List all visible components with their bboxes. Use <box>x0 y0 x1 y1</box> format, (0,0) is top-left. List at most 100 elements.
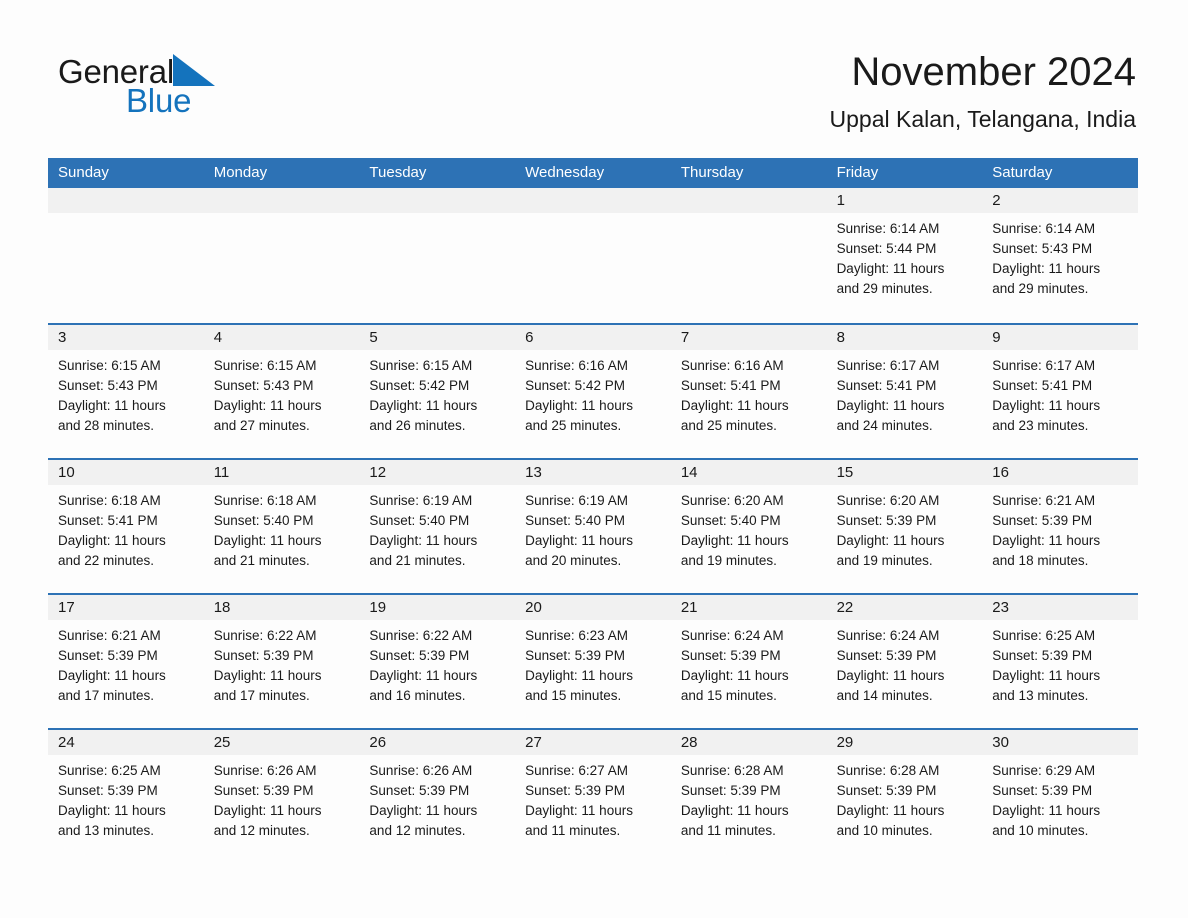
sunrise-text: Sunrise: 6:29 AM <box>992 763 1096 778</box>
sunrise-text: Sunrise: 6:19 AM <box>525 493 628 508</box>
day-number-band <box>48 188 204 213</box>
day-number: 12 <box>369 464 387 481</box>
daylight-text-line2: and 16 minutes. <box>369 688 466 703</box>
daylight-text-line1: Daylight: 11 hours <box>836 261 945 276</box>
sunset-text: Sunset: 5:42 PM <box>369 378 470 393</box>
day-sun-info: Sunrise: 6:15 AM Sunset: 5:42 PM Daylight:… <box>359 350 515 436</box>
day-cell[interactable]: 19 Sunrise: 6:22 AM Sunset: 5:39 PM Dayligh… <box>359 595 516 728</box>
day-number-band: 30 <box>982 730 1138 755</box>
daylight-text-line2: and 17 minutes. <box>213 688 310 703</box>
day-cell[interactable]: 25 Sunrise: 6:26 AM Sunset: 5:39 PM Dayligh… <box>203 730 360 863</box>
daylight-text-line2: and 14 minutes. <box>836 688 933 703</box>
day-cell[interactable]: 26 Sunrise: 6:26 AM Sunset: 5:39 PM Dayligh… <box>359 730 516 863</box>
day-cell[interactable]: 20 Sunrise: 6:23 AM Sunset: 5:39 PM Dayligh… <box>515 595 671 728</box>
day-cell[interactable]: 6 Sunrise: 6:16 AM Sunset: 5:42 PM Daylight… <box>515 325 671 458</box>
day-cell[interactable]: 17 Sunrise: 6:21 AM Sunset: 5:39 PM Dayligh… <box>48 595 204 728</box>
day-number-band: 18 <box>203 595 360 620</box>
day-cell[interactable]: 16 Sunrise: 6:21 AM Sunset: 5:39 PM Dayligh… <box>982 460 1138 593</box>
day-cell[interactable]: 22 Sunrise: 6:24 AM Sunset: 5:39 PM Dayligh… <box>826 595 983 728</box>
day-sun-info: Sunrise: 6:14 AM Sunset: 5:44 PM Daylight:… <box>827 213 983 299</box>
day-sun-info: Sunrise: 6:27 AM Sunset: 5:39 PM Daylight:… <box>515 755 671 841</box>
day-number-band: 4 <box>203 325 360 350</box>
sunset-text: Sunset: 5:44 PM <box>836 241 937 256</box>
day-cell[interactable]: 29 Sunrise: 6:28 AM Sunset: 5:39 PM Dayligh… <box>826 730 983 863</box>
day-cell-empty <box>670 188 827 323</box>
daylight-text-line1: Daylight: 11 hours <box>680 533 789 548</box>
day-sun-info: Sunrise: 6:22 AM Sunset: 5:39 PM Daylight:… <box>359 620 515 706</box>
sunset-text: Sunset: 5:39 PM <box>680 783 781 798</box>
daylight-text-line2: and 22 minutes. <box>58 553 155 568</box>
daylight-text-line1: Daylight: 11 hours <box>836 668 945 683</box>
day-cell[interactable]: 7 Sunrise: 6:16 AM Sunset: 5:41 PM Daylight… <box>670 325 827 458</box>
sunrise-text: Sunrise: 6:22 AM <box>213 628 317 643</box>
daylight-text-line2: and 21 minutes. <box>213 553 310 568</box>
daylight-text-line1: Daylight: 11 hours <box>58 398 166 413</box>
day-sun-info: Sunrise: 6:26 AM Sunset: 5:39 PM Daylight:… <box>359 755 515 841</box>
daylight-text-line1: Daylight: 11 hours <box>992 261 1101 276</box>
calendar-week-row: 24 Sunrise: 6:25 AM Sunset: 5:39 PM Dayligh… <box>48 728 1138 863</box>
day-cell[interactable]: 18 Sunrise: 6:22 AM Sunset: 5:39 PM Dayligh… <box>203 595 360 728</box>
day-sun-info: Sunrise: 6:20 AM Sunset: 5:39 PM Daylight:… <box>827 485 983 571</box>
sunset-text: Sunset: 5:39 PM <box>992 513 1093 528</box>
day-cell[interactable]: 24 Sunrise: 6:25 AM Sunset: 5:39 PM Dayligh… <box>48 730 204 863</box>
sunrise-text: Sunrise: 6:15 AM <box>58 358 161 373</box>
day-cell[interactable]: 1 Sunrise: 6:14 AM Sunset: 5:44 PM Daylight… <box>826 188 983 323</box>
day-number-band: 11 <box>203 460 360 485</box>
day-cell[interactable]: 5 Sunrise: 6:15 AM Sunset: 5:42 PM Daylight… <box>359 325 516 458</box>
day-number: 29 <box>836 734 854 751</box>
day-sun-info: Sunrise: 6:17 AM Sunset: 5:41 PM Daylight:… <box>827 350 983 436</box>
daylight-text-line2: and 19 minutes. <box>836 553 933 568</box>
day-cell[interactable]: 8 Sunrise: 6:17 AM Sunset: 5:41 PM Daylight… <box>826 325 983 458</box>
day-number-band: 17 <box>48 595 204 620</box>
day-number-band: 29 <box>826 730 983 755</box>
day-number: 15 <box>836 464 854 481</box>
day-number: 19 <box>369 599 387 616</box>
sunrise-text: Sunrise: 6:21 AM <box>992 493 1096 508</box>
day-cell[interactable]: 9 Sunrise: 6:17 AM Sunset: 5:41 PM Daylight… <box>982 325 1138 458</box>
day-cell[interactable]: 23 Sunrise: 6:25 AM Sunset: 5:39 PM Dayligh… <box>982 595 1138 728</box>
daylight-text-line2: and 26 minutes. <box>369 418 466 433</box>
sunset-text: Sunset: 5:39 PM <box>369 648 470 663</box>
day-number-band: 23 <box>982 595 1138 620</box>
sunset-text: Sunset: 5:39 PM <box>58 648 158 663</box>
day-cell[interactable]: 13 Sunrise: 6:19 AM Sunset: 5:40 PM Dayligh… <box>515 460 671 593</box>
sunset-text: Sunset: 5:39 PM <box>58 783 158 798</box>
day-cell[interactable]: 28 Sunrise: 6:28 AM Sunset: 5:39 PM Dayligh… <box>670 730 827 863</box>
day-cell[interactable]: 27 Sunrise: 6:27 AM Sunset: 5:39 PM Dayligh… <box>515 730 671 863</box>
day-number: 14 <box>680 464 698 481</box>
daylight-text-line1: Daylight: 11 hours <box>836 803 945 818</box>
day-cell[interactable]: 11 Sunrise: 6:18 AM Sunset: 5:40 PM Dayligh… <box>203 460 360 593</box>
day-number-band: 22 <box>826 595 983 620</box>
sunrise-text: Sunrise: 6:16 AM <box>680 358 784 373</box>
day-number: 13 <box>525 464 542 481</box>
day-cell[interactable]: 21 Sunrise: 6:24 AM Sunset: 5:39 PM Dayligh… <box>670 595 827 728</box>
daylight-text-line1: Daylight: 11 hours <box>213 398 322 413</box>
day-cell[interactable]: 10 Sunrise: 6:18 AM Sunset: 5:41 PM Dayligh… <box>48 460 204 593</box>
sunset-text: Sunset: 5:39 PM <box>836 783 937 798</box>
sunrise-text: Sunrise: 6:20 AM <box>836 493 940 508</box>
day-sun-info: Sunrise: 6:21 AM Sunset: 5:39 PM Daylight:… <box>982 485 1138 571</box>
general-blue-logo: General Blue <box>58 50 258 120</box>
day-number: 27 <box>525 734 542 751</box>
day-cell[interactable]: 14 Sunrise: 6:20 AM Sunset: 5:40 PM Dayligh… <box>670 460 827 593</box>
day-sun-info: Sunrise: 6:20 AM Sunset: 5:40 PM Daylight:… <box>671 485 827 571</box>
sunrise-text: Sunrise: 6:14 AM <box>992 221 1096 236</box>
day-cell[interactable]: 2 Sunrise: 6:14 AM Sunset: 5:43 PM Daylight… <box>982 188 1138 323</box>
day-cell[interactable]: 30 Sunrise: 6:29 AM Sunset: 5:39 PM Dayligh… <box>982 730 1138 863</box>
day-number-band: 20 <box>515 595 671 620</box>
day-sun-info: Sunrise: 6:21 AM Sunset: 5:39 PM Daylight:… <box>48 620 204 706</box>
day-number: 2 <box>992 192 1001 209</box>
calendar-week-row: 3 Sunrise: 6:15 AM Sunset: 5:43 PM Daylight… <box>48 323 1138 458</box>
sunrise-text: Sunrise: 6:25 AM <box>992 628 1096 643</box>
day-cell[interactable]: 15 Sunrise: 6:20 AM Sunset: 5:39 PM Dayligh… <box>826 460 983 593</box>
daylight-text-line1: Daylight: 11 hours <box>680 398 789 413</box>
daylight-text-line1: Daylight: 11 hours <box>369 398 478 413</box>
sunrise-text: Sunrise: 6:23 AM <box>525 628 628 643</box>
day-number-band: 1 <box>826 188 983 213</box>
sunset-text: Sunset: 5:40 PM <box>680 513 781 528</box>
day-cell[interactable]: 4 Sunrise: 6:15 AM Sunset: 5:43 PM Daylight… <box>203 325 360 458</box>
day-number: 7 <box>680 329 690 346</box>
daylight-text-line2: and 29 minutes. <box>992 281 1089 296</box>
day-cell[interactable]: 3 Sunrise: 6:15 AM Sunset: 5:43 PM Daylight… <box>48 325 204 458</box>
day-cell[interactable]: 12 Sunrise: 6:19 AM Sunset: 5:40 PM Dayligh… <box>359 460 516 593</box>
